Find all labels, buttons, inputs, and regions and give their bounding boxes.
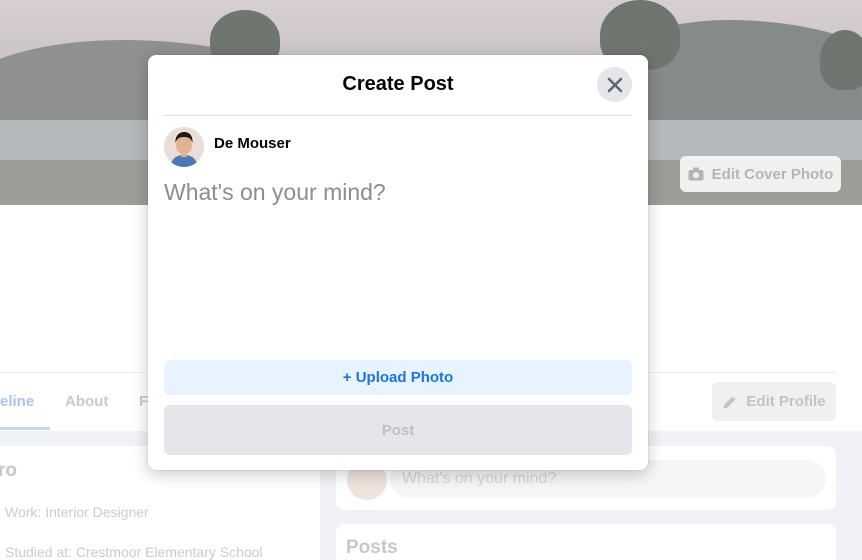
author-name: De Mouser <box>214 135 291 152</box>
post-button[interactable]: Post <box>164 405 632 455</box>
post-text-input[interactable] <box>164 179 632 349</box>
user-photo-icon <box>164 127 204 167</box>
close-button[interactable] <box>597 67 632 102</box>
close-icon <box>607 77 622 92</box>
create-post-dialog: Create Post De Mouser + Upload Photo Pos… <box>148 55 648 470</box>
dialog-divider <box>164 115 632 116</box>
avatar <box>164 127 204 167</box>
upload-photo-button[interactable]: + Upload Photo <box>164 360 632 395</box>
dialog-title: Create Post <box>342 73 454 95</box>
